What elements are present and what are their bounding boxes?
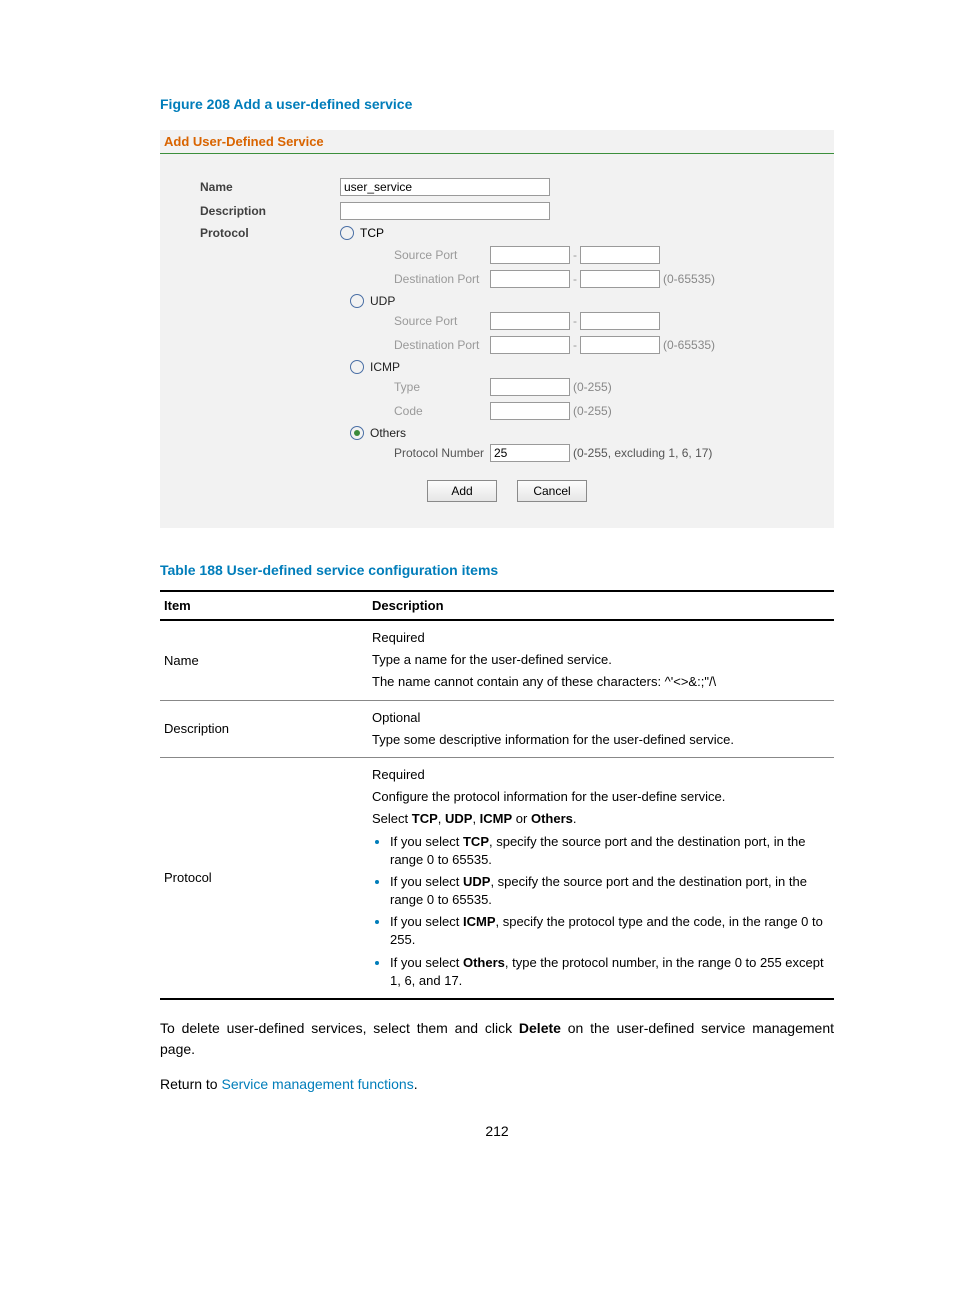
- udp-source-port-to[interactable]: [580, 312, 660, 330]
- cell-item: Name: [160, 620, 368, 700]
- cell-item: Protocol: [160, 757, 368, 999]
- radio-udp[interactable]: [350, 294, 364, 308]
- text: If you select: [390, 914, 463, 929]
- panel-header: Add User-Defined Service: [160, 130, 834, 154]
- text: Select TCP, UDP, ICMP or Others.: [372, 810, 830, 828]
- description-input[interactable]: [340, 202, 550, 220]
- tcp-dest-port-from[interactable]: [490, 270, 570, 288]
- icmp-code-hint: (0-255): [573, 404, 612, 418]
- text: Others: [463, 955, 505, 970]
- radio-others-label: Others: [370, 426, 406, 440]
- cell-desc: Optional Type some descriptive informati…: [368, 700, 834, 757]
- list-item: If you select TCP, specify the source po…: [390, 833, 830, 869]
- tcp-source-port-to[interactable]: [580, 246, 660, 264]
- udp-source-port-label: Source Port: [394, 314, 490, 328]
- text: ICMP: [463, 914, 496, 929]
- cell-desc: Required Type a name for the user-define…: [368, 620, 834, 700]
- radio-tcp[interactable]: [340, 226, 354, 240]
- text: ICMP: [480, 811, 513, 826]
- tcp-source-port-from[interactable]: [490, 246, 570, 264]
- body-paragraph: Return to Service management functions.: [160, 1074, 834, 1095]
- tcp-range-hint: (0-65535): [663, 272, 715, 286]
- list-item: If you select ICMP, specify the protocol…: [390, 913, 830, 949]
- cell-item: Description: [160, 700, 368, 757]
- udp-range-hint: (0-65535): [663, 338, 715, 352]
- form-body: Name Description Protocol TCP Source Por…: [160, 154, 834, 512]
- description-label: Description: [200, 204, 340, 218]
- dash-icon: -: [573, 272, 577, 286]
- udp-source-port-from[interactable]: [490, 312, 570, 330]
- text: TCP: [412, 811, 438, 826]
- protocol-label: Protocol: [200, 226, 340, 240]
- udp-dest-port-label: Destination Port: [394, 338, 490, 352]
- text: Configure the protocol information for t…: [372, 788, 830, 806]
- table-row: Description Optional Type some descripti…: [160, 700, 834, 757]
- table-row: Protocol Required Configure the protocol…: [160, 757, 834, 999]
- icmp-code-label: Code: [394, 404, 490, 418]
- text: Others: [531, 811, 573, 826]
- text: or: [512, 811, 531, 826]
- udp-dest-port-from[interactable]: [490, 336, 570, 354]
- tcp-source-port-label: Source Port: [394, 248, 490, 262]
- icmp-code-input[interactable]: [490, 402, 570, 420]
- text: The name cannot contain any of these cha…: [372, 673, 830, 691]
- name-label: Name: [200, 180, 340, 194]
- radio-udp-label: UDP: [370, 294, 395, 308]
- text: Optional: [372, 709, 830, 727]
- text: Required: [372, 629, 830, 647]
- text: To delete user-defined services, select …: [160, 1020, 519, 1036]
- radio-icmp[interactable]: [350, 360, 364, 374]
- body-paragraph: To delete user-defined services, select …: [160, 1018, 834, 1060]
- radio-icmp-label: ICMP: [370, 360, 400, 374]
- protocol-number-hint: (0-255, excluding 1, 6, 17): [573, 446, 712, 460]
- text: ,: [472, 811, 479, 826]
- form-panel: Add User-Defined Service Name Descriptio…: [160, 130, 834, 528]
- link-service-management[interactable]: Service management functions: [221, 1076, 413, 1092]
- dash-icon: -: [573, 314, 577, 328]
- icmp-type-input[interactable]: [490, 378, 570, 396]
- text: ,: [438, 811, 445, 826]
- text: Delete: [519, 1020, 561, 1036]
- text: Required: [372, 766, 830, 784]
- text: Type some descriptive information for th…: [372, 731, 830, 749]
- udp-dest-port-to[interactable]: [580, 336, 660, 354]
- text: TCP: [463, 834, 489, 849]
- dash-icon: -: [573, 338, 577, 352]
- add-button[interactable]: Add: [427, 480, 497, 502]
- text: UDP: [463, 874, 490, 889]
- text: If you select: [390, 955, 463, 970]
- text: UDP: [445, 811, 472, 826]
- config-table: Item Description Name Required Type a na…: [160, 590, 834, 1000]
- th-item: Item: [160, 591, 368, 620]
- cancel-button[interactable]: Cancel: [517, 480, 587, 502]
- tcp-dest-port-to[interactable]: [580, 270, 660, 288]
- radio-others[interactable]: [350, 426, 364, 440]
- cell-desc: Required Configure the protocol informat…: [368, 757, 834, 999]
- name-input[interactable]: [340, 178, 550, 196]
- list-item: If you select Others, type the protocol …: [390, 954, 830, 990]
- text: If you select: [390, 834, 463, 849]
- text: .: [414, 1076, 418, 1092]
- table-title: Table 188 User-defined service configura…: [160, 562, 834, 578]
- text: Select: [372, 811, 412, 826]
- figure-title: Figure 208 Add a user-defined service: [160, 96, 834, 112]
- icmp-type-hint: (0-255): [573, 380, 612, 394]
- table-row: Name Required Type a name for the user-d…: [160, 620, 834, 700]
- text: If you select: [390, 874, 463, 889]
- page-number: 212: [160, 1123, 834, 1139]
- text: .: [573, 811, 577, 826]
- protocol-number-label: Protocol Number: [394, 446, 490, 460]
- tcp-dest-port-label: Destination Port: [394, 272, 490, 286]
- text: Return to: [160, 1076, 221, 1092]
- dash-icon: -: [573, 248, 577, 262]
- radio-tcp-label: TCP: [360, 226, 384, 240]
- text: Type a name for the user-defined service…: [372, 651, 830, 669]
- list-item: If you select UDP, specify the source po…: [390, 873, 830, 909]
- protocol-number-input[interactable]: [490, 444, 570, 462]
- icmp-type-label: Type: [394, 380, 490, 394]
- th-description: Description: [368, 591, 834, 620]
